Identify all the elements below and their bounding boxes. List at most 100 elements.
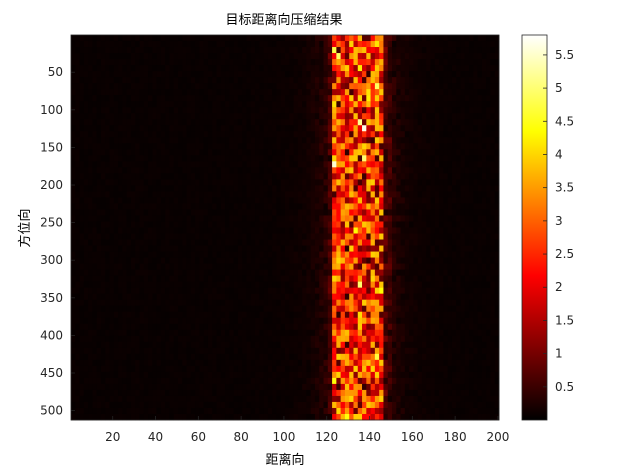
heatmap-cell [456,215,461,222]
heatmap-cell [451,263,457,270]
heatmap-cell [306,53,311,60]
heatmap-cell [396,203,401,210]
heatmap-cell [404,131,410,138]
heatmap-cell [169,323,175,331]
heatmap-cell [139,263,145,270]
heatmap-cell [443,143,448,150]
heatmap-cell [165,299,170,307]
heatmap-cell [417,329,423,337]
heatmap-cell [160,173,166,180]
heatmap-cell [207,263,213,270]
heatmap-cell [421,299,427,307]
heatmap-cell [297,197,303,204]
heatmap-cell [272,263,277,270]
heatmap-cell [383,125,389,132]
heatmap-cell [289,269,294,276]
heatmap-cell [370,257,376,264]
heatmap-cell [152,185,157,192]
heatmap-cell [186,101,192,108]
heatmap-cell [109,167,115,174]
heatmap-cell [486,305,491,313]
heatmap-cell [383,239,389,246]
heatmap-cell [259,317,264,325]
heatmap-cell [250,233,256,240]
heatmap-cell [169,59,175,66]
heatmap-cell [387,59,393,66]
heatmap-cell [486,71,491,78]
heatmap-cell [212,155,217,162]
heatmap-cell [366,89,371,96]
heatmap-cell [113,101,119,108]
heatmap-cell [75,173,80,180]
heatmap-cell [152,77,157,84]
heatmap-cell [71,269,76,276]
heatmap-cell [195,305,200,313]
heatmap-cell [353,305,359,313]
heatmap-cell [327,89,333,96]
heatmap-cell [387,113,393,120]
heatmap-cell [430,257,436,264]
heatmap-cell [250,323,256,331]
heatmap-cell [477,203,483,210]
heatmap-cell [199,137,204,144]
heatmap-cell [139,239,145,246]
heatmap-cell [302,323,307,331]
heatmap-cell [229,221,234,228]
heatmap-cell [216,323,222,331]
heatmap-cell [349,221,354,228]
heatmap-cell [96,281,102,288]
heatmap-cell [374,59,380,66]
heatmap-cell [285,275,290,282]
heatmap-cell [336,203,341,210]
heatmap-cell [195,65,200,72]
heatmap-cell [439,203,444,210]
heatmap-cell [306,275,311,282]
heatmap-cell [434,77,440,84]
heatmap-cell [417,83,423,90]
heatmap-cell [135,275,140,282]
heatmap-cell [212,95,217,102]
heatmap-cell [353,119,359,126]
heatmap-cell [366,83,371,90]
heatmap-cell [203,293,209,300]
heatmap-cell [165,119,170,126]
heatmap-cell [293,119,299,126]
heatmap-cell [430,95,436,102]
heatmap-cell [370,221,376,228]
heatmap-cell [148,173,153,180]
heatmap-cell [263,215,269,222]
heatmap-cell [285,317,290,325]
heatmap-cell [366,245,371,252]
heatmap-cell [130,305,136,313]
heatmap-cell [344,245,350,252]
heatmap-cell [105,221,110,228]
heatmap-cell [310,77,316,84]
heatmap-cell [302,173,307,180]
heatmap-cell [443,233,448,240]
heatmap-cell [186,53,192,60]
heatmap-cell [276,77,282,84]
heatmap-cell [105,293,110,300]
heatmap-cell [255,275,260,282]
heatmap-cell [469,125,474,132]
heatmap-cell [370,173,376,180]
heatmap-cell [96,221,102,228]
heatmap-cell [152,263,157,270]
heatmap-cell [374,329,380,337]
heatmap-cell [392,215,397,222]
heatmap-cell [464,113,470,120]
heatmap-cell [314,167,320,174]
heatmap-cell [173,65,179,72]
heatmap-cell [225,143,230,150]
heatmap-cell [400,197,406,204]
heatmap-cell [212,245,217,252]
heatmap-cell [190,47,196,54]
heatmap-cell [366,143,371,150]
heatmap-cell [349,215,354,222]
heatmap-cell [178,287,183,294]
heatmap-cell [255,323,260,331]
heatmap-cell [336,293,341,300]
heatmap-cell [289,41,294,48]
heatmap-cell [225,101,230,108]
heatmap-cell [229,107,234,114]
